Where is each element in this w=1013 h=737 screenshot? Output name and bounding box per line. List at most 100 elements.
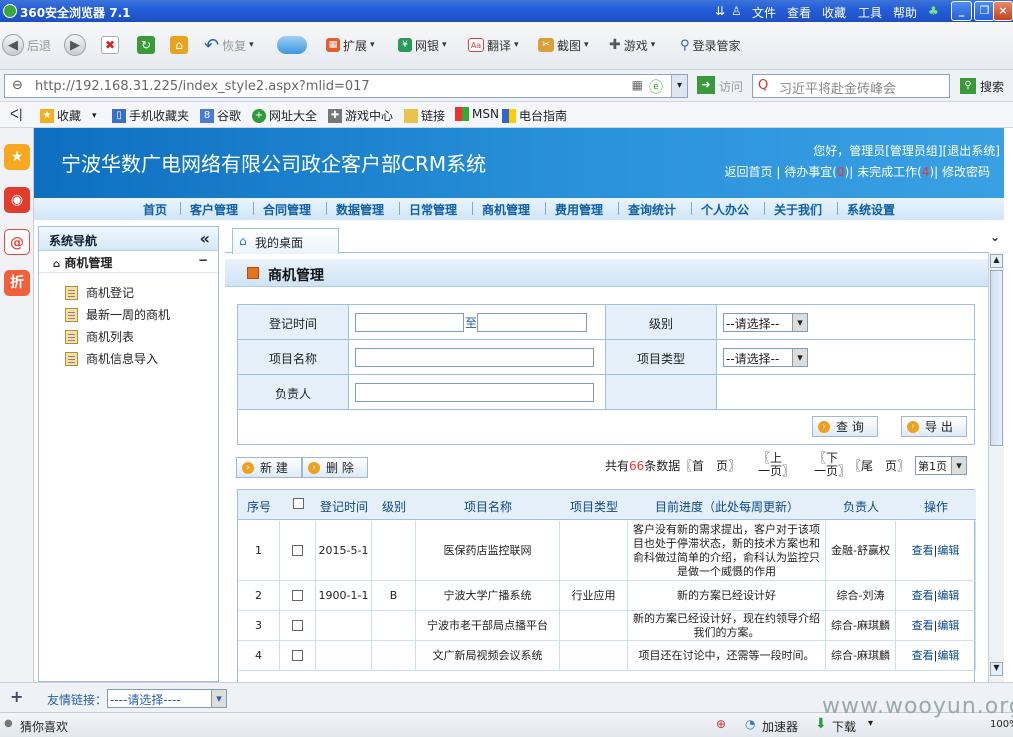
double-chevron-down-icon[interactable]: ⌄ [990,230,1000,244]
minus-icon[interactable]: − [198,253,208,267]
next-page-link[interactable]: 〖下一页〗 [814,452,850,478]
guess-like[interactable]: 猜你喜欢 [20,718,68,735]
url-dropdown-icon[interactable]: ▾ [671,75,687,97]
plus-circle-icon[interactable]: ⊕ [716,717,726,731]
nav-office[interactable]: 个人办公 [701,201,749,218]
menu-favorites[interactable]: 收藏 [822,4,846,21]
fav-mobile[interactable]: ▯ 手机收藏夹 [112,107,189,124]
edit-link[interactable]: 编辑 [937,619,959,633]
query-button[interactable]: › 查 询 [812,416,878,437]
sidebar-item-list[interactable]: 商机列表 [65,328,134,345]
download-button[interactable]: 下载 [832,718,856,735]
logout-link[interactable]: [退出系统] [943,144,1000,158]
nav-data[interactable]: 数据管理 [336,201,384,218]
new-button[interactable]: › 新 建 [236,457,302,478]
shirt-icon[interactable]: ♣ [928,4,939,18]
menu-help[interactable]: 帮助 [893,4,917,21]
unfinished-link[interactable]: 未完成工作(4) [857,165,934,179]
view-link[interactable]: 查看 [912,589,934,603]
login-manager-button[interactable]: ⚲ 登录管家 [680,32,741,58]
collapse-icon[interactable]: « [200,229,210,248]
menu-tools[interactable]: 工具 [858,4,882,21]
fav-sites[interactable]: + 网址大全 [252,107,317,124]
close-button[interactable]: × [993,1,1013,21]
page-select[interactable]: 第1页 [915,456,967,475]
accelerator-button[interactable]: 加速器 [762,718,798,735]
fav-games[interactable]: ✚ 游戏中心 [328,107,393,124]
chevron-down-icon[interactable]: ▾ [868,718,873,729]
qr-icon[interactable]: ▦ [632,78,643,92]
url-field[interactable]: ⊖ http://192.168.31.225/index_style2.asp… [4,74,688,98]
row-checkbox[interactable] [292,620,303,631]
plus-icon[interactable]: + [10,687,23,706]
view-link[interactable]: 查看 [912,619,934,633]
scroll-thumb[interactable] [990,270,1003,446]
scroll-up-icon[interactable]: ▲ [990,254,1003,268]
forward-button[interactable]: ▶ [64,32,86,58]
project-type-select[interactable]: --请选择-- [723,348,808,367]
back-button[interactable]: ◀ 后退 [2,32,51,58]
refresh-button[interactable]: ↻ [137,32,155,58]
nav-expenses[interactable]: 费用管理 [555,201,603,218]
row-checkbox[interactable] [292,545,303,556]
fav-collect[interactable]: ★ 收藏 ▾ [40,107,97,124]
go-arrow-icon[interactable]: ➜ [697,76,715,94]
row-checkbox[interactable] [292,590,303,601]
nav-stats[interactable]: 查询统计 [628,201,676,218]
home-link[interactable]: 返回首页 [725,165,773,179]
search-button[interactable]: 搜索 [980,78,1004,95]
home-button[interactable]: ⌂ [170,32,188,58]
row-checkbox[interactable] [292,650,303,661]
first-page-link[interactable]: 〖首 页〗 [680,457,740,474]
edit-link[interactable]: 编辑 [937,649,959,663]
nav-daily[interactable]: 日常管理 [409,201,457,218]
user-icon[interactable]: ♙ [731,4,742,18]
last-page-link[interactable]: 〖尾 页〗 [849,457,909,474]
prev-page-link[interactable]: 〖上一页〗 [758,452,794,478]
search-input[interactable]: 习近平将赴金砖峰会 [752,74,950,98]
nav-home[interactable]: 首页 [143,201,167,218]
stop-button[interactable]: ✖ [101,32,119,58]
weibo-icon[interactable]: ◉ [4,187,30,213]
arrows-icon[interactable]: ⇊ [715,4,725,18]
nav-customers[interactable]: 客户管理 [190,201,238,218]
nav-opportunity[interactable]: 商机管理 [482,201,530,218]
restore-tab-button[interactable]: ↶ 恢复 ▾ [204,32,254,58]
view-link[interactable]: 查看 [912,544,934,558]
minimize-button[interactable]: _ [951,1,972,21]
sidebar-toggle-icon[interactable]: ᐸ| [10,107,23,121]
nav-settings[interactable]: 系统设置 [847,201,895,218]
star-icon[interactable]: ★ [4,144,30,170]
project-name-input[interactable] [355,348,594,367]
bank-button[interactable]: ¥ 网银 ▾ [398,32,447,58]
visit-button[interactable]: 访问 [719,78,743,95]
discount-icon[interactable]: 折 [4,270,30,296]
sidebar-item-import[interactable]: 商机信息导入 [65,350,158,367]
fav-links[interactable]: 链接 [404,107,445,124]
view-link[interactable]: 查看 [912,649,934,663]
cloud-button[interactable] [277,32,307,58]
date-to-input[interactable] [477,313,587,332]
select-all-checkbox[interactable] [292,498,304,509]
change-password-link[interactable]: 修改密码 [942,165,990,179]
screenshot-button[interactable]: ✂ 截图 ▾ [538,32,589,58]
edit-link[interactable]: 编辑 [937,589,959,603]
mail-icon[interactable]: @ [4,229,30,255]
level-select[interactable]: --请选择-- [723,313,808,332]
sidebar-item-register[interactable]: 商机登记 [65,284,134,301]
tab-desktop[interactable]: ⌂ 我的桌面 [232,228,339,254]
todo-link[interactable]: 待办事宜(0) [784,165,849,179]
menu-view[interactable]: 查看 [787,4,811,21]
extensions-button[interactable]: ▦ 扩展 ▾ [326,32,375,58]
fav-radio[interactable]: 电台指南 [502,107,567,124]
friend-links-select[interactable]: ----请选择---- [107,689,227,708]
date-from-input[interactable] [355,313,464,332]
fav-msn[interactable]: MSN [455,107,499,121]
restore-button[interactable]: ❐ [974,1,995,21]
nav-about[interactable]: 关于我们 [774,201,822,218]
ie-mode-icon[interactable]: ⓔ [649,77,663,97]
menu-file[interactable]: 文件 [752,4,776,21]
owner-input[interactable] [355,383,594,402]
delete-button[interactable]: › 删 除 [302,457,368,478]
games-button[interactable]: ✚ 游戏 ▾ [609,32,655,58]
